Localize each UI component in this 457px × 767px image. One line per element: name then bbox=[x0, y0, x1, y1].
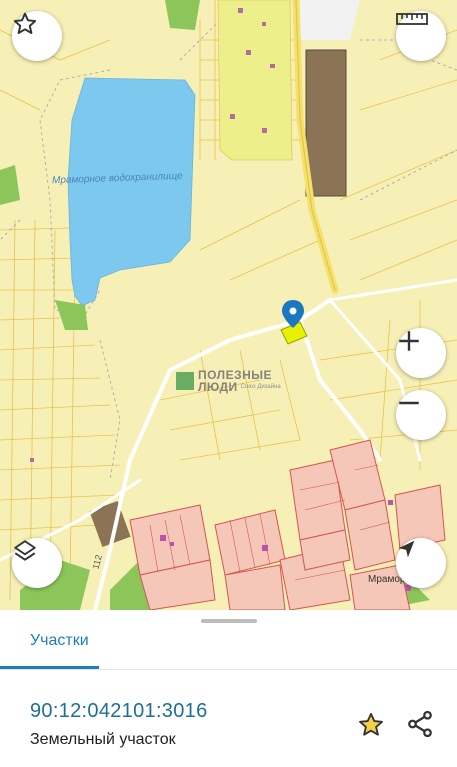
ruler-icon bbox=[396, 13, 428, 25]
navigation-arrow-icon bbox=[398, 540, 415, 558]
zoom-in-button[interactable] bbox=[396, 328, 446, 378]
locate-button[interactable] bbox=[396, 538, 446, 588]
star-icon bbox=[359, 712, 383, 736]
layers-icon bbox=[14, 540, 36, 561]
plus-icon bbox=[399, 331, 419, 351]
map-view[interactable]: Мраморное водохранилище Мраморное 112 ПО… bbox=[0, 0, 457, 610]
tab-parcels[interactable]: Участки bbox=[30, 632, 89, 650]
zoom-out-button[interactable] bbox=[396, 390, 446, 440]
building bbox=[305, 49, 347, 197]
layers-button[interactable] bbox=[12, 538, 62, 588]
measure-button[interactable] bbox=[396, 11, 446, 61]
unzoned-area bbox=[300, 0, 360, 40]
watermark-subtitle: Союз Дизайна bbox=[240, 384, 281, 390]
map-canvas[interactable] bbox=[0, 0, 457, 610]
share-icon bbox=[408, 710, 432, 738]
add-favorite-button[interactable] bbox=[357, 711, 385, 739]
cadastral-number[interactable]: 90:12:042101:3016 bbox=[30, 700, 208, 723]
minus-icon bbox=[399, 401, 419, 405]
divider bbox=[0, 669, 457, 670]
watermark-logo: ПОЛЕЗНЫЕ ЛЮДИ Союз Дизайна bbox=[176, 369, 281, 393]
bottom-sheet[interactable]: Участки 90:12:042101:3016 Земельный учас… bbox=[0, 610, 457, 767]
residential-area bbox=[217, 0, 293, 161]
watermark-icon bbox=[176, 372, 194, 390]
watermark-title-2: ЛЮДИ bbox=[198, 380, 238, 394]
favorites-button[interactable] bbox=[12, 11, 62, 61]
star-outline-icon bbox=[13, 12, 37, 34]
sheet-drag-handle[interactable] bbox=[201, 619, 257, 623]
reservoir bbox=[67, 77, 196, 307]
parcel-type: Земельный участок bbox=[30, 731, 176, 748]
share-button[interactable] bbox=[405, 709, 435, 739]
